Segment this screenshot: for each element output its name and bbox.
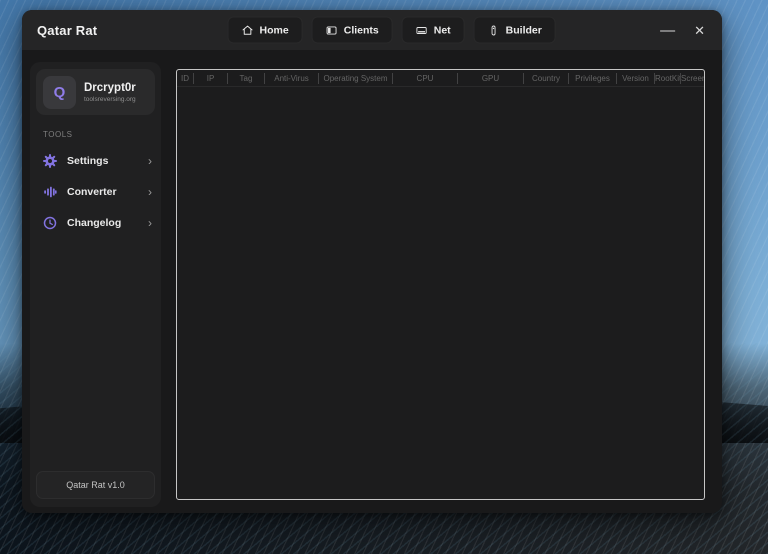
column-header-anti-virus[interactable]: Anti-Virus (265, 73, 319, 84)
nav-home-label: Home (260, 24, 289, 36)
nav-clients-button[interactable]: Clients (312, 17, 393, 44)
chevron-right-icon: › (148, 155, 152, 167)
column-header-version[interactable]: Version (617, 73, 655, 84)
column-header-id[interactable]: ID (177, 73, 194, 84)
gear-icon (42, 153, 58, 169)
table-header-row: IDIPTagAnti-VirusOperating SystemCPUGPUC… (177, 70, 704, 87)
home-icon (242, 24, 254, 36)
window-body: Q Drcrypt0r toolsreversing.org TOOLS (22, 50, 722, 513)
sidebar-item-converter-label: Converter (67, 186, 117, 198)
column-header-operating-system[interactable]: Operating System (319, 73, 393, 84)
tools-section-label: TOOLS (43, 130, 161, 139)
sidebar-item-settings-label: Settings (67, 155, 108, 167)
titlebar-nav: Home Clients Net Builder (228, 17, 556, 44)
clients-icon (326, 24, 338, 36)
titlebar: Qatar Rat Home Clients Net (22, 10, 722, 50)
equalizer-icon (42, 184, 58, 200)
window-controls: — ✕ (660, 23, 722, 38)
column-header-cpu[interactable]: CPU (393, 73, 458, 84)
sidebar-item-changelog-label: Changelog (67, 217, 121, 229)
nav-home-button[interactable]: Home (228, 17, 303, 44)
table-body-empty (177, 87, 704, 500)
history-clock-icon (42, 215, 58, 231)
app-title: Qatar Rat (37, 23, 97, 38)
column-header-rootkit[interactable]: RootKit (655, 73, 681, 84)
sidebar-item-settings[interactable]: Settings › (30, 145, 161, 176)
nav-net-label: Net (434, 24, 451, 36)
column-header-country[interactable]: Country (524, 73, 569, 84)
column-header-privileges[interactable]: Privileges (569, 73, 617, 84)
column-header-screen[interactable]: Screen (681, 73, 705, 84)
column-header-ip[interactable]: IP (194, 73, 228, 84)
profile-card: Q Drcrypt0r toolsreversing.org (36, 69, 155, 115)
nav-clients-label: Clients (344, 24, 379, 36)
nav-builder-button[interactable]: Builder (474, 17, 556, 44)
app-window: Qatar Rat Home Clients Net (22, 10, 722, 513)
close-button[interactable]: ✕ (694, 24, 705, 37)
avatar: Q (43, 76, 76, 109)
clients-table-panel: IDIPTagAnti-VirusOperating SystemCPUGPUC… (176, 69, 705, 500)
nav-net-button[interactable]: Net (402, 17, 465, 44)
profile-name: Drcrypt0r (84, 81, 136, 95)
version-badge: Qatar Rat v1.0 (36, 471, 155, 499)
builder-icon (488, 24, 500, 36)
sidebar-item-converter[interactable]: Converter › (30, 176, 161, 207)
column-header-tag[interactable]: Tag (228, 73, 265, 84)
chevron-right-icon: › (148, 217, 152, 229)
nav-builder-label: Builder (506, 24, 542, 36)
minimize-button[interactable]: — (660, 23, 675, 38)
profile-org: toolsreversing.org (84, 96, 136, 103)
sidebar-item-changelog[interactable]: Changelog › (30, 207, 161, 238)
net-icon (416, 24, 428, 36)
chevron-right-icon: › (148, 186, 152, 198)
sidebar: Q Drcrypt0r toolsreversing.org TOOLS (30, 62, 161, 507)
column-header-gpu[interactable]: GPU (458, 73, 524, 84)
